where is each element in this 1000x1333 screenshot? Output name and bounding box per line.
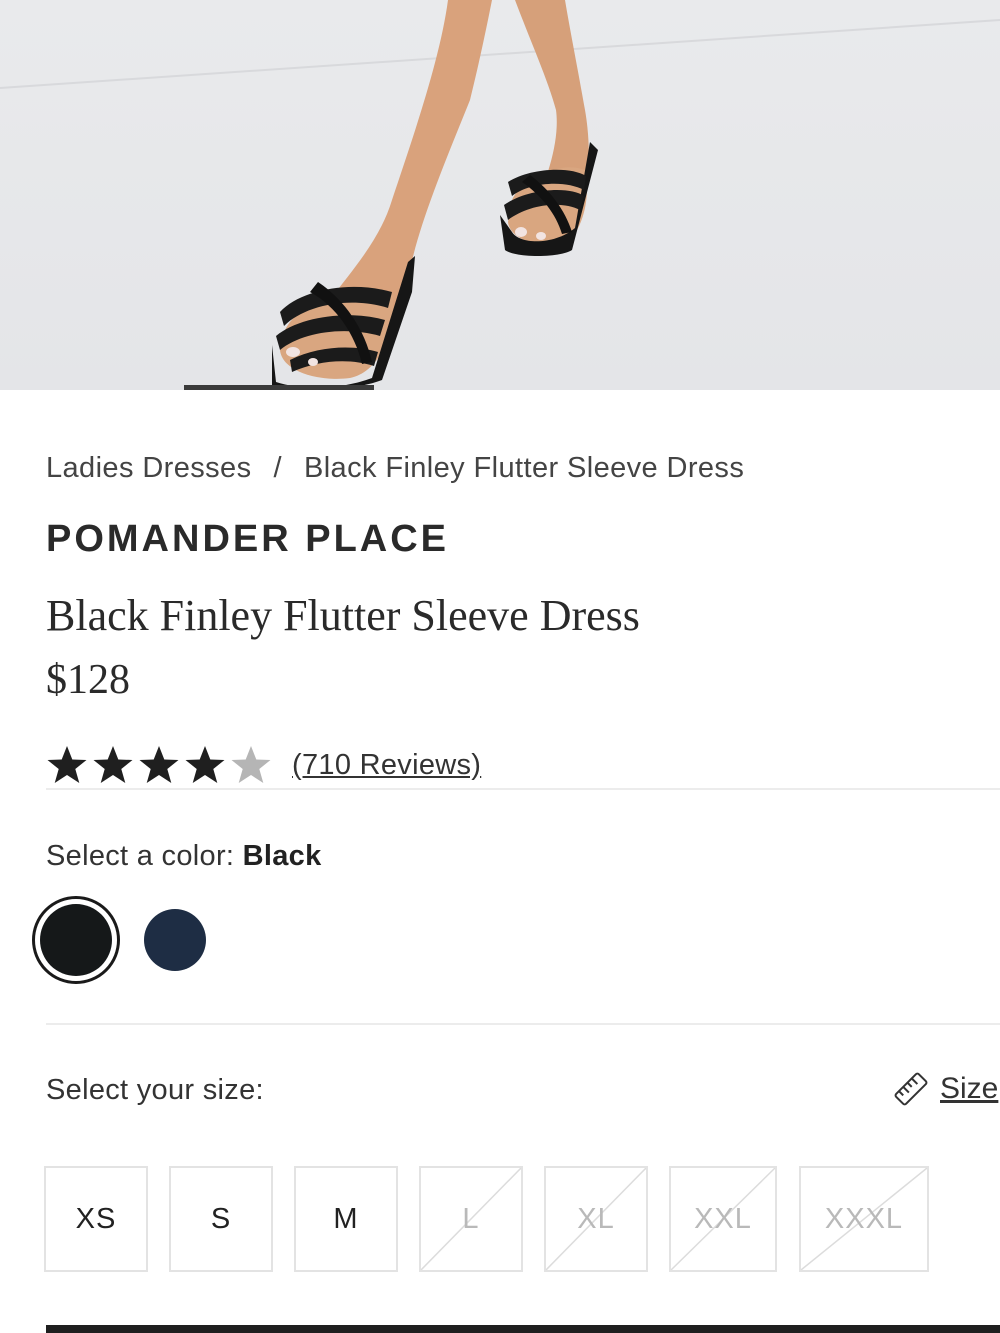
size-guide-link[interactable]: Size: [892, 1070, 998, 1108]
add-to-bag-button[interactable]: [46, 1325, 1000, 1333]
size-option-l[interactable]: L: [419, 1166, 523, 1272]
size-option-xs[interactable]: XS: [44, 1166, 148, 1272]
size-label: Select your size:: [46, 1074, 264, 1106]
size-option-label: L: [462, 1202, 480, 1235]
color-label: Select a color: Black: [46, 840, 322, 873]
size-option-xxxl[interactable]: XXXL: [799, 1166, 929, 1272]
color-swatch-black[interactable]: [32, 896, 120, 984]
size-option-label: XL: [577, 1202, 615, 1235]
swatch-fill: [40, 904, 112, 976]
size-option-s[interactable]: S: [169, 1166, 273, 1272]
color-swatch-navy[interactable]: [144, 909, 206, 971]
rating-summary: (710 Reviews): [44, 742, 481, 788]
star-rating: [44, 743, 274, 787]
size-option-xxl[interactable]: XXL: [669, 1166, 777, 1272]
star-filled-icon: [185, 746, 225, 783]
divider: [46, 788, 1000, 790]
size-option-label: S: [210, 1202, 232, 1235]
breadcrumb: Ladies Dresses / Black Finley Flutter Sl…: [46, 448, 744, 488]
reviews-link[interactable]: (710 Reviews): [292, 749, 481, 782]
size-option-label: XXL: [694, 1202, 752, 1235]
breadcrumb-separator: /: [273, 451, 282, 484]
product-photo: [0, 0, 1000, 390]
product-image[interactable]: [0, 0, 1000, 390]
product-price: $128: [46, 657, 130, 703]
ruler-icon: [894, 1072, 928, 1106]
star-filled-icon: [93, 746, 133, 783]
size-option-label: XS: [75, 1202, 117, 1235]
breadcrumb-item-category[interactable]: Ladies Dresses: [46, 452, 251, 485]
star-filled-icon: [139, 746, 179, 783]
size-option-label: M: [333, 1202, 359, 1235]
size-guide-label: Size: [940, 1072, 999, 1105]
star-filled-icon: [47, 746, 87, 783]
size-option-xl[interactable]: XL: [544, 1166, 648, 1272]
breadcrumb-item-current: Black Finley Flutter Sleeve Dress: [303, 451, 745, 484]
selected-color-name: Black: [242, 840, 322, 872]
product-title: Black Finley Flutter Sleeve Dress: [46, 591, 640, 640]
color-label-text: Select a color:: [46, 840, 243, 872]
size-option-label: XXXL: [824, 1202, 904, 1235]
star-empty-icon: [231, 746, 271, 783]
size-option-m[interactable]: M: [294, 1166, 398, 1272]
brand-name[interactable]: POMANDER PLACE: [46, 518, 449, 561]
carousel-indicator: [184, 385, 374, 390]
divider: [46, 1023, 1000, 1025]
